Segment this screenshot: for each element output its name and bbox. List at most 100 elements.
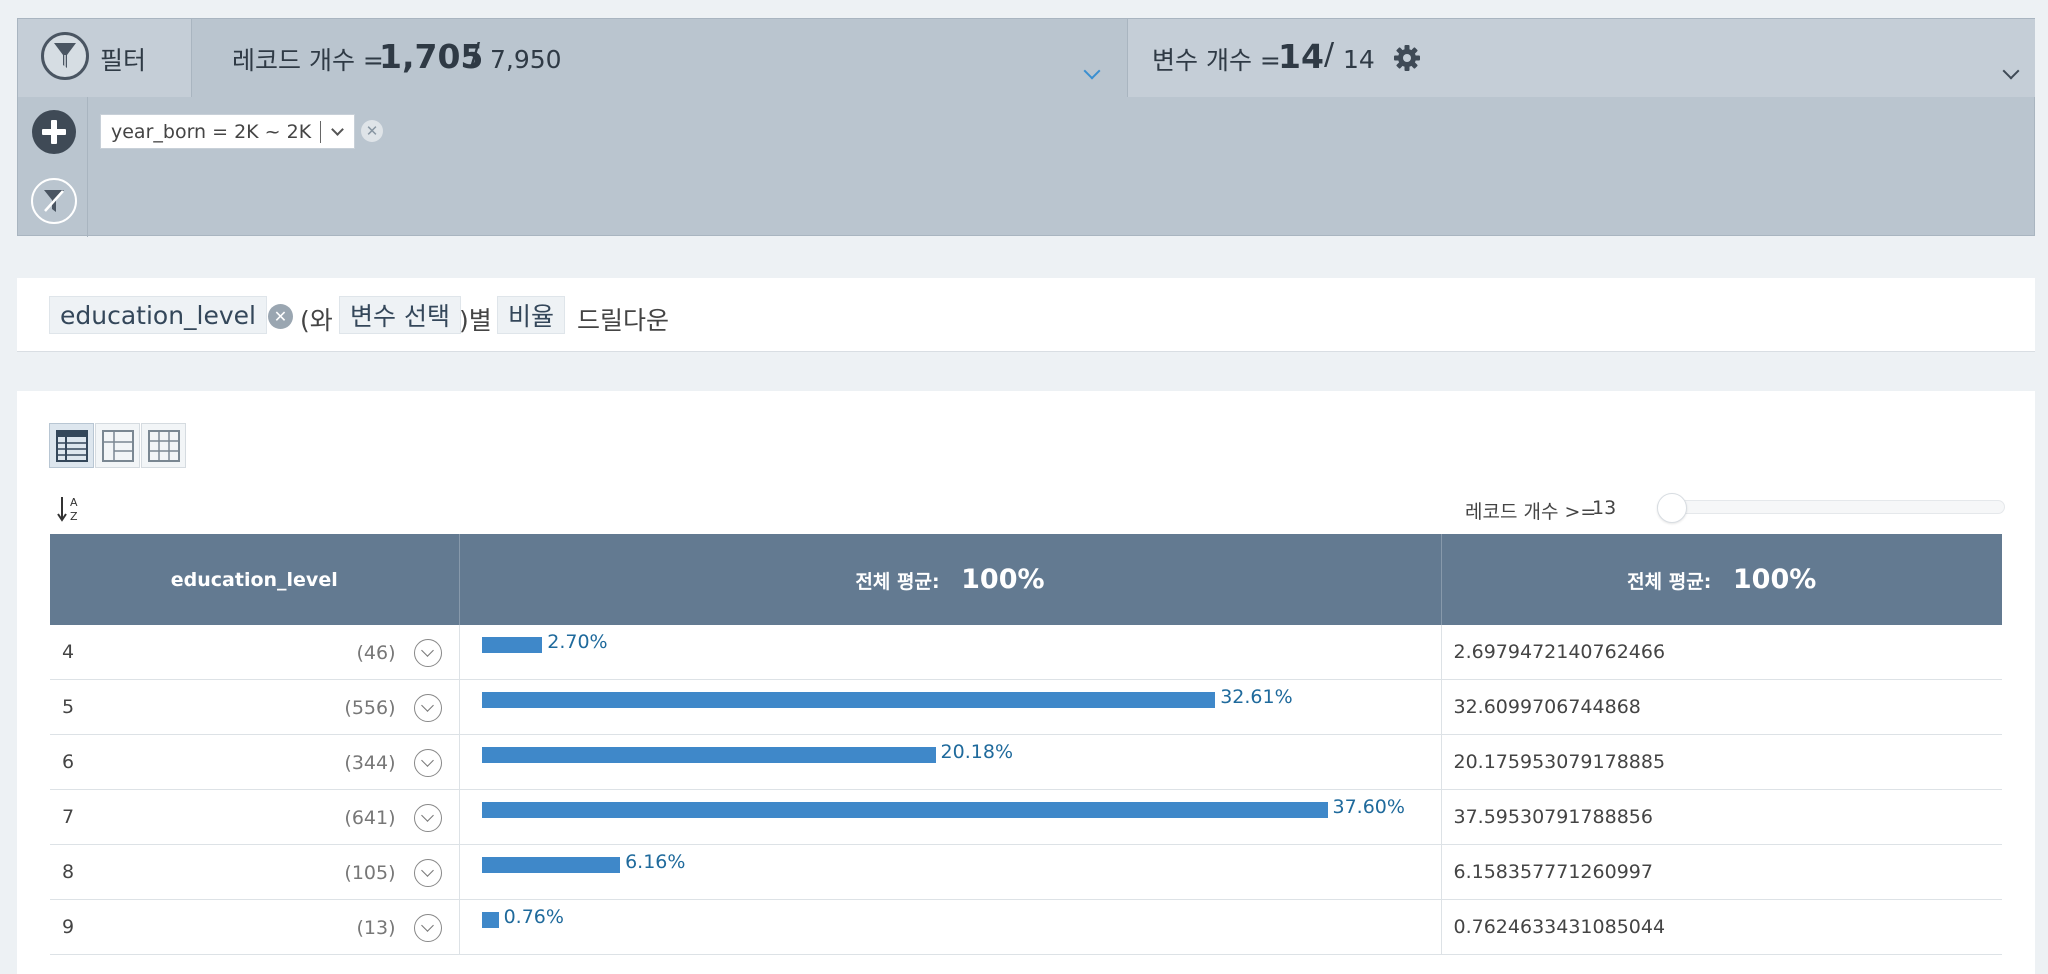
expand-row-icon[interactable]: [413, 914, 442, 942]
pivot-table-icon: [147, 429, 180, 462]
variable-select-tag[interactable]: 변수 선택: [339, 296, 461, 334]
ratio-bar: [481, 692, 1216, 708]
drilldown-variable-tag[interactable]: education_level: [49, 296, 267, 334]
filter-header: 필터 레코드 개수 = 1,705 / 7,950 변수 개수 = 14 / 1…: [18, 19, 2035, 97]
nested-table-icon: [101, 429, 134, 462]
table-row[interactable]: 4 (46) 2.70% 2.6979472140762466: [50, 625, 2002, 680]
query-text-drilldown: 드릴다운: [577, 306, 670, 335]
filter-label: 필터: [100, 46, 147, 75]
variable-count-selector[interactable]: 변수 개수 = 14 / 14: [1127, 19, 2035, 97]
record-count: (13): [356, 917, 396, 939]
expand-row-icon[interactable]: [413, 749, 442, 777]
expand-row-icon[interactable]: [413, 694, 442, 722]
record-count: (556): [344, 697, 396, 719]
record-threshold-value: 13: [1592, 497, 1617, 519]
gear-icon[interactable]: [1393, 44, 1421, 72]
level-value: 4: [62, 641, 75, 663]
funnel-icon: [41, 32, 89, 80]
svg-text:Z: Z: [70, 510, 78, 523]
record-threshold-slider[interactable]: [1657, 500, 2005, 514]
pivot-view-button[interactable]: [141, 423, 186, 468]
query-text-with: (와: [300, 306, 333, 335]
close-icon[interactable]: ✕: [361, 120, 383, 142]
level-cell: 6 (344): [50, 734, 460, 790]
column-header-ratio-value[interactable]: 전체 평균: 100%: [1441, 534, 2002, 625]
ratio-value-cell: 6.158357771260997: [1441, 844, 2002, 900]
expand-row-icon[interactable]: [413, 859, 442, 887]
level-value: 7: [62, 806, 75, 828]
ratio-value-cell: 0.7624633431085044: [1441, 899, 2002, 955]
variable-count-total: 14: [1343, 45, 1375, 74]
table-row[interactable]: 6 (344) 20.18% 20.175953079178885: [50, 734, 2002, 790]
bar-wrap: 0.76%: [481, 900, 1441, 954]
record-count-filtered: 1,705: [379, 37, 484, 76]
chevron-down-icon[interactable]: [2002, 62, 2020, 80]
chevron-down-icon[interactable]: [1083, 62, 1101, 80]
ratio-bar: [481, 747, 936, 763]
table-row[interactable]: 5 (556) 32.61% 32.6099706744868: [50, 679, 2002, 735]
variable-count-slash: /: [1324, 37, 1335, 72]
level-value: 6: [62, 751, 75, 773]
filter-toggle[interactable]: 필터: [18, 19, 192, 97]
record-count: (105): [344, 862, 396, 884]
nested-view-button[interactable]: [95, 423, 140, 468]
close-icon[interactable]: ✕: [268, 304, 293, 329]
header-value: 100%: [961, 564, 1045, 595]
level-cell: 4 (46): [50, 625, 460, 680]
measure-tag[interactable]: 비율: [497, 296, 566, 334]
view-mode-group: [49, 423, 187, 468]
svg-text:A: A: [70, 496, 78, 509]
slider-handle[interactable]: [1657, 493, 1687, 523]
ratio-bar-cell: 2.70%: [459, 625, 1442, 680]
ratio-value-cell: 37.59530791788856: [1441, 789, 2002, 845]
ratio-bar-cell: 32.61%: [459, 679, 1442, 735]
ratio-bar-cell: 0.76%: [459, 899, 1442, 955]
filter-tools: [18, 97, 88, 237]
header-label: 전체 평균:: [1627, 571, 1712, 593]
record-count: (641): [344, 807, 396, 829]
table-row[interactable]: 7 (641) 37.60% 37.59530791788856: [50, 789, 2002, 845]
level-value: 8: [62, 861, 75, 883]
add-filter-button[interactable]: [32, 110, 76, 154]
ratio-bar: [481, 637, 543, 653]
header-label: 전체 평균:: [855, 571, 940, 593]
column-header-ratio-bar[interactable]: 전체 평균: 100%: [459, 534, 1442, 625]
column-header-education-level[interactable]: education_level: [50, 534, 460, 625]
table-view-icon: [55, 429, 88, 462]
drilldown-table: education_level 전체 평균: 100% 전체 평균: 100% …: [50, 534, 2002, 974]
table-row[interactable]: 8 (105) 6.16% 6.158357771260997: [50, 844, 2002, 900]
result-panel: A Z 레코드 개수 >= 13 education_level 전체 평균: …: [17, 391, 2035, 974]
bar-wrap: 2.70%: [481, 625, 1441, 679]
expand-row-icon[interactable]: [413, 804, 442, 832]
header-label: education_level: [170, 568, 338, 591]
filter-body: year_born = 2K ~ 2K ✕: [18, 97, 2034, 237]
record-count: (46): [356, 642, 396, 664]
ratio-bar-label: 37.60%: [1332, 796, 1405, 818]
bar-wrap: 37.60%: [481, 790, 1441, 844]
ratio-bar-label: 6.16%: [625, 851, 686, 873]
bar-wrap: 20.18%: [481, 735, 1441, 789]
chevron-down-icon[interactable]: [331, 123, 345, 136]
table-row[interactable]: 9 (13) 0.76% 0.7624633431085044: [50, 899, 2002, 955]
level-cell: 7 (641): [50, 789, 460, 845]
level-cell: 9 (13): [50, 899, 460, 955]
ratio-bar: [481, 802, 1328, 818]
sort-alpha-icon[interactable]: A Z: [57, 495, 83, 523]
query-text-by: )별: [459, 306, 492, 335]
level-cell: 8 (105): [50, 844, 460, 900]
record-count-slash: /: [470, 37, 481, 72]
expand-row-icon[interactable]: [413, 639, 442, 667]
ratio-bar: [481, 912, 499, 928]
filter-chip[interactable]: year_born = 2K ~ 2K: [100, 114, 356, 149]
variable-count-label: 변수 개수 =: [1152, 46, 1281, 75]
ratio-value-cell: 20.175953079178885: [1441, 734, 2002, 790]
clear-filter-button[interactable]: [31, 178, 77, 224]
table-view-button[interactable]: [49, 423, 94, 468]
ratio-value-cell: 2.6979472140762466: [1441, 625, 2002, 680]
level-value: 9: [62, 916, 75, 938]
record-count-selector[interactable]: 레코드 개수 = 1,705 / 7,950: [192, 19, 1127, 97]
record-count: (344): [344, 752, 396, 774]
level-value: 5: [62, 696, 75, 718]
chip-divider: [320, 120, 322, 143]
ratio-bar-label: 32.61%: [1220, 686, 1293, 708]
